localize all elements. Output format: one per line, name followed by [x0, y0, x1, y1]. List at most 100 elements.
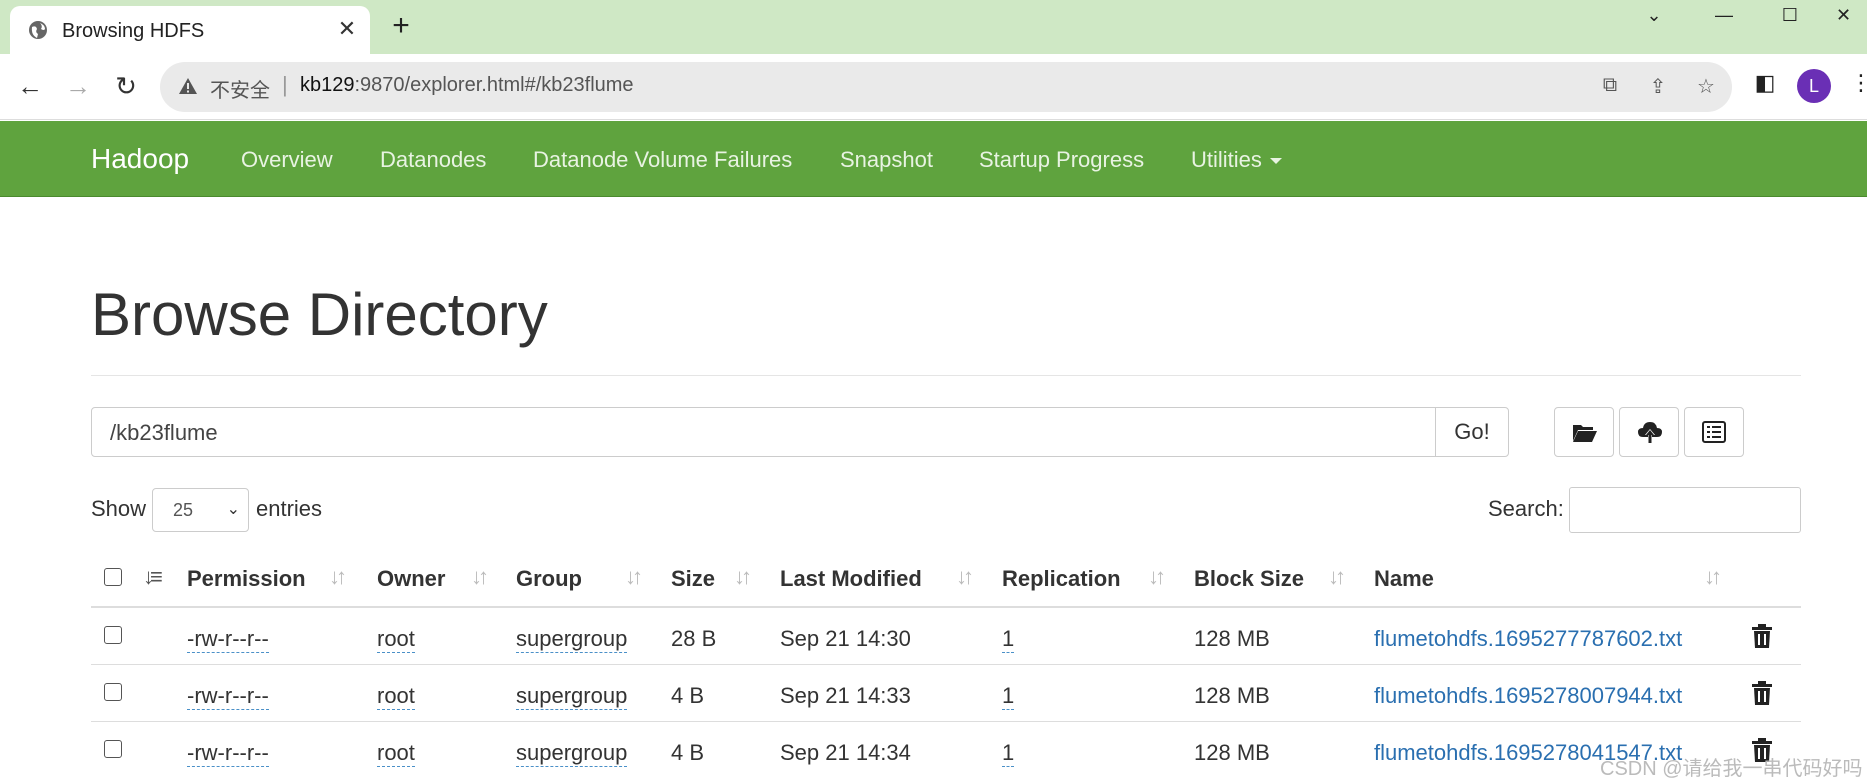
upload-button[interactable]: [1619, 407, 1679, 457]
insecure-label: 不安全: [210, 80, 270, 102]
sort-icon[interactable]: ↓↑: [956, 564, 974, 590]
nav-datanodes[interactable]: Datanodes: [380, 147, 486, 173]
table-row: -rw-r--r-- root supergroup 4 B Sep 21 14…: [91, 665, 1801, 722]
cell-last-modified: Sep 21 14:34: [780, 740, 911, 765]
cell-replication[interactable]: 1: [1002, 626, 1015, 653]
cell-last-modified: Sep 21 14:30: [780, 626, 911, 651]
back-icon[interactable]: ←: [12, 68, 48, 104]
cell-group[interactable]: supergroup: [516, 683, 628, 710]
menu-kebab-icon[interactable]: ⋮: [1850, 70, 1867, 100]
cell-block-size: 128 MB: [1194, 626, 1270, 651]
cell-permission[interactable]: -rw-r--r--: [187, 626, 269, 653]
side-panel-icon[interactable]: ◧: [1750, 70, 1780, 100]
list-alt-icon: [1702, 421, 1726, 443]
table-row: -rw-r--r-- root supergroup 28 B Sep 21 1…: [91, 608, 1801, 665]
cell-owner[interactable]: root: [377, 626, 415, 653]
search-input[interactable]: [1569, 487, 1801, 533]
omnibox-separator: |: [282, 72, 288, 97]
cell-size: 4 B: [671, 683, 705, 708]
row-checkbox[interactable]: [104, 740, 122, 758]
browser-tab[interactable]: Browsing HDFS ✕: [10, 6, 370, 54]
cell-name-link[interactable]: flumetohdfs.1695278007944.txt: [1374, 683, 1682, 709]
chevron-down-icon[interactable]: ⌄: [1624, 0, 1684, 30]
nav-snapshot[interactable]: Snapshot: [840, 147, 933, 173]
col-size[interactable]: Size: [671, 566, 715, 592]
minimize-icon[interactable]: —: [1694, 0, 1754, 30]
share-icon[interactable]: ⇪: [1644, 74, 1672, 100]
go-button[interactable]: Go!: [1435, 407, 1509, 457]
row-checkbox[interactable]: [104, 683, 122, 701]
browser-toolbar: ← → ↻ 不安全 | kb129:9870/explorer.html#/kb…: [0, 54, 1867, 120]
sort-icon[interactable]: ↓↑: [1328, 564, 1346, 590]
folder-open-icon: [1573, 425, 1597, 442]
nav-utilities[interactable]: Utilities: [1191, 147, 1282, 173]
sort-icon[interactable]: ↓↑: [1704, 564, 1722, 590]
cell-permission[interactable]: -rw-r--r--: [187, 740, 269, 767]
cell-name-link[interactable]: flumetohdfs.1695277787602.txt: [1374, 626, 1682, 652]
cell-size: 28 B: [671, 626, 717, 651]
directory-path-input[interactable]: /kb23flume: [91, 407, 1436, 457]
cut-paste-list-button[interactable]: [1684, 407, 1744, 457]
trash-icon[interactable]: [1751, 623, 1773, 649]
caret-down-icon: [1269, 158, 1282, 165]
globe-icon: [29, 21, 47, 39]
page-title: Browse Directory: [91, 281, 548, 348]
col-replication[interactable]: Replication: [1002, 566, 1121, 592]
col-permission[interactable]: Permission: [187, 566, 306, 592]
col-name[interactable]: Name: [1374, 566, 1434, 592]
nav-datanode-volume-failures[interactable]: Datanode Volume Failures: [533, 147, 792, 173]
browser-tabstrip: Browsing HDFS ✕ + ⌄ — ☐ ✕: [0, 0, 1867, 54]
cell-last-modified: Sep 21 14:33: [780, 683, 911, 708]
cell-group[interactable]: supergroup: [516, 626, 628, 653]
chevron-down-icon: ⌄: [226, 501, 240, 518]
col-group[interactable]: Group: [516, 566, 582, 592]
col-owner[interactable]: Owner: [377, 566, 445, 592]
show-label: Show: [91, 496, 147, 521]
col-last-modified[interactable]: Last Modified: [780, 566, 922, 592]
cell-size: 4 B: [671, 740, 705, 765]
reload-icon[interactable]: ↻: [108, 68, 144, 104]
col-block-size[interactable]: Block Size: [1194, 566, 1304, 592]
url-text[interactable]: kb129:9870/explorer.html#/kb23flume: [300, 74, 634, 97]
sort-icon[interactable]: ↓↑: [734, 564, 752, 590]
navbar-brand[interactable]: Hadoop: [91, 143, 189, 175]
nav-overview[interactable]: Overview: [241, 147, 333, 173]
cell-owner[interactable]: root: [377, 683, 415, 710]
nav-startup-progress[interactable]: Startup Progress: [979, 147, 1144, 173]
watermark: CSDN @请给我一串代码好吗: [1600, 758, 1863, 780]
new-tab-button[interactable]: +: [386, 11, 416, 42]
row-checkbox[interactable]: [104, 626, 122, 644]
address-bar[interactable]: 不安全 | kb129:9870/explorer.html#/kb23flum…: [160, 62, 1732, 112]
create-directory-button[interactable]: [1554, 407, 1614, 457]
bookmark-star-icon[interactable]: ☆: [1692, 74, 1720, 100]
cell-group[interactable]: supergroup: [516, 740, 628, 767]
cell-owner[interactable]: root: [377, 740, 415, 767]
cloud-upload-icon: [1638, 422, 1662, 443]
tab-title: Browsing HDFS: [62, 20, 205, 42]
table-header: ↓≡ Permission ↓↑ Owner ↓↑ Group ↓↑ Size …: [91, 550, 1801, 608]
avatar[interactable]: L: [1797, 69, 1831, 103]
cell-block-size: 128 MB: [1194, 683, 1270, 708]
trash-icon[interactable]: [1751, 680, 1773, 706]
sort-icon[interactable]: ↓↑: [329, 564, 347, 590]
hadoop-navbar: Hadoop Overview Datanodes Datanode Volum…: [0, 121, 1867, 197]
select-all-checkbox[interactable]: [104, 568, 122, 586]
sort-icon[interactable]: ↓↑: [471, 564, 489, 590]
maximize-icon[interactable]: ☐: [1760, 0, 1820, 30]
warning-icon: [179, 78, 197, 94]
sort-amount-icon[interactable]: ↓≡: [143, 564, 163, 590]
cell-replication[interactable]: 1: [1002, 740, 1015, 767]
translate-icon[interactable]: ⧉: [1596, 74, 1624, 100]
sort-icon[interactable]: ↓↑: [625, 564, 643, 590]
entries-label: entries: [256, 496, 323, 521]
cell-replication[interactable]: 1: [1002, 683, 1015, 710]
window-close-icon[interactable]: ✕: [1820, 0, 1867, 30]
close-icon[interactable]: ✕: [334, 16, 360, 42]
divider: [91, 375, 1801, 376]
cell-permission[interactable]: -rw-r--r--: [187, 683, 269, 710]
cell-block-size: 128 MB: [1194, 740, 1270, 765]
forward-icon[interactable]: →: [60, 68, 96, 104]
sort-icon[interactable]: ↓↑: [1148, 564, 1166, 590]
entries-select[interactable]: 25 ⌄: [152, 488, 249, 532]
search-label: Search:: [1488, 496, 1564, 521]
